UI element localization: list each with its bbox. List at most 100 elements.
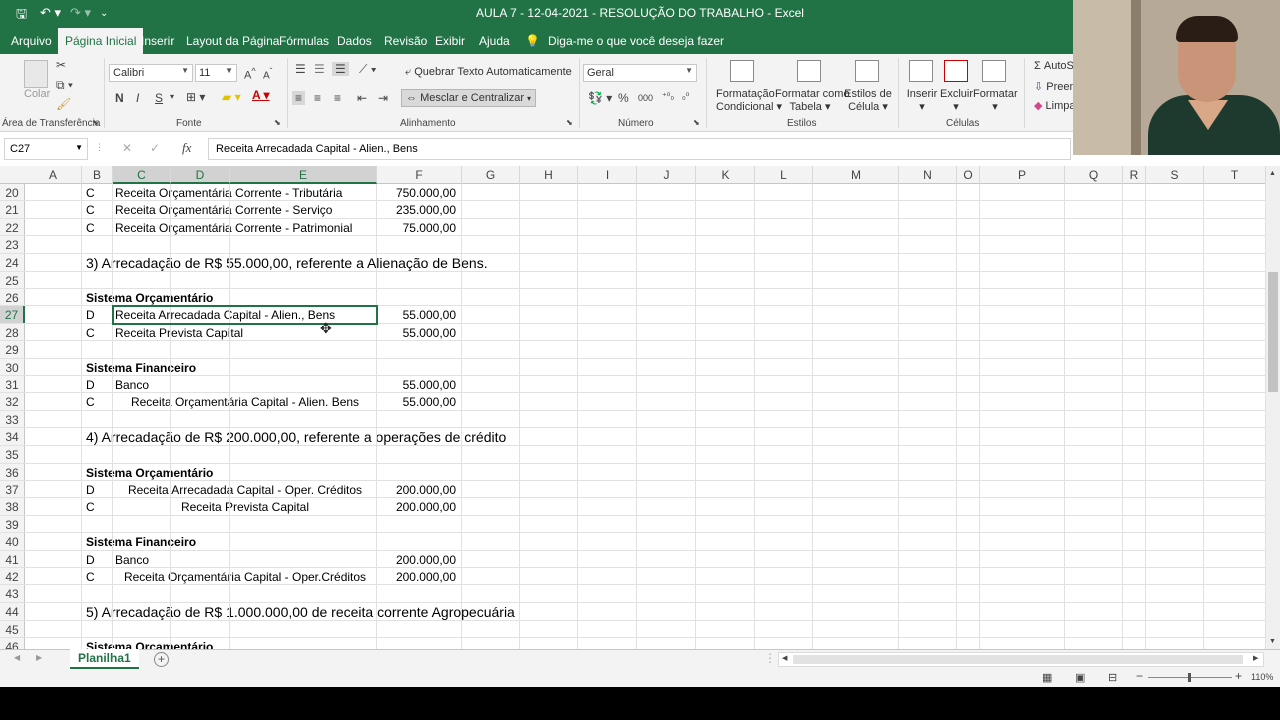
cell-value[interactable]: 235.000,00 — [377, 201, 456, 217]
autosum-button[interactable]: Σ AutoS — [1034, 60, 1074, 72]
row-header[interactable]: 44 — [0, 602, 25, 620]
row-header[interactable]: 35 — [0, 446, 25, 463]
currency-icon[interactable]: 💱 ▾ — [588, 91, 612, 105]
tab-split-handle[interactable]: ⋮ — [764, 651, 776, 665]
system-heading[interactable]: Sistema Financeiro — [86, 359, 196, 375]
cell-value[interactable]: 200.000,00 — [377, 498, 456, 514]
tab-layout-pagina[interactable]: Layout da Página — [179, 28, 286, 54]
insert-cells-icon[interactable] — [909, 60, 933, 82]
sheet-tab-planilha1[interactable]: Planilha1 — [70, 649, 139, 669]
row-header[interactable]: 37 — [0, 481, 25, 498]
tab-inserir[interactable]: Inserir — [134, 28, 181, 54]
cell-account[interactable]: Banco — [115, 376, 375, 392]
cell-account[interactable]: Receita Prevista Capital — [115, 324, 375, 340]
cell-account[interactable]: Receita Prevista Capital — [113, 498, 377, 514]
section-heading[interactable]: 5) Arrecadação de R$ 1.000.000,00 de rec… — [86, 603, 515, 620]
cell-account[interactable]: Banco — [115, 551, 375, 567]
system-heading[interactable]: Sistema Financeiro — [86, 533, 196, 549]
column-header-k[interactable]: K — [697, 166, 755, 184]
cell-b[interactable]: C — [86, 201, 106, 217]
tab-exibir[interactable]: Exibir — [428, 28, 472, 54]
fill-color-icon[interactable]: ▰ ▾ — [222, 90, 241, 104]
column-header-b[interactable]: B — [82, 166, 113, 184]
grow-font-icon[interactable]: A^ — [244, 66, 256, 82]
format-painter-icon[interactable]: 🖌 — [56, 97, 71, 111]
column-header-g[interactable]: G — [462, 166, 520, 184]
horizontal-scrollbar[interactable]: ◀ ▶ — [778, 652, 1264, 667]
column-header-a[interactable]: A — [25, 166, 82, 184]
tell-me-search[interactable]: 💡 Diga-me o que você deseja fazer — [525, 28, 724, 54]
tab-arquivo[interactable]: Arquivo — [4, 28, 59, 54]
format-as-table-icon[interactable] — [797, 60, 821, 82]
row-header[interactable]: 32 — [0, 393, 25, 410]
scroll-up-icon[interactable]: ▲ — [1269, 170, 1276, 177]
thousands-button[interactable]: 000 — [638, 93, 653, 103]
merge-center-button[interactable]: ⇔ Mesclar e Centralizar ▾ — [401, 89, 537, 107]
cell-account[interactable]: Receita Orçamentária Capital - Alien. Be… — [113, 393, 377, 409]
decrease-decimal-icon[interactable]: ₀⁰ — [682, 91, 689, 102]
font-color-icon[interactable]: A ▾ — [252, 88, 270, 102]
cell-value[interactable]: 75.000,00 — [377, 219, 456, 235]
align-left-icon[interactable]: ≡ — [292, 91, 306, 105]
cell-b[interactable]: C — [86, 324, 106, 340]
align-right-icon[interactable]: ≡ — [334, 91, 341, 105]
scroll-down-icon[interactable]: ▼ — [1269, 638, 1276, 645]
normal-view-icon[interactable]: ▦ — [1042, 671, 1052, 684]
page-layout-view-icon[interactable]: ▣ — [1075, 671, 1085, 684]
cell-b[interactable]: C — [86, 184, 106, 200]
align-center-icon[interactable]: ≡ — [314, 91, 321, 105]
paste-button[interactable]: Colar — [24, 88, 50, 100]
wrap-text-button[interactable]: ⤶ Quebrar Texto Automaticamente — [405, 66, 572, 79]
cell-b[interactable]: D — [86, 551, 106, 567]
cell-account[interactable]: Receita Arrecadada Capital - Oper. Crédi… — [113, 481, 377, 497]
cut-icon[interactable]: ✂ — [56, 58, 66, 72]
cell-b[interactable]: C — [86, 568, 106, 584]
dialog-launcher-icon[interactable]: ⬊ — [274, 118, 281, 127]
column-header-t[interactable]: T — [1204, 166, 1266, 184]
chevron-down-icon[interactable]: ▾ — [170, 92, 174, 101]
cell-value[interactable]: 200.000,00 — [377, 481, 456, 497]
row-header[interactable]: 40 — [0, 533, 25, 550]
row-header[interactable]: 43 — [0, 585, 25, 602]
cell-b[interactable]: C — [86, 219, 106, 235]
row-header[interactable]: 45 — [0, 620, 25, 638]
delete-cells-icon[interactable] — [944, 60, 968, 82]
cell-account[interactable]: Receita Orçamentária Corrente - Tributár… — [115, 184, 375, 200]
row-header[interactable]: 27 — [0, 306, 25, 323]
row-header[interactable]: 34 — [0, 428, 25, 446]
format-cells-icon[interactable] — [982, 60, 1006, 82]
cell-value[interactable]: 55.000,00 — [377, 393, 456, 409]
column-header-j[interactable]: J — [638, 166, 696, 184]
number-format-select[interactable]: Geral ▼ — [583, 64, 697, 82]
row-header[interactable]: 22 — [0, 218, 25, 236]
font-size-select[interactable]: 11 ▼ — [195, 64, 237, 82]
column-header-f[interactable]: F — [377, 166, 462, 184]
page-break-view-icon[interactable]: ⊟ — [1108, 671, 1117, 684]
cell-account[interactable]: Receita Orçamentária Capital - Oper.Créd… — [113, 568, 377, 584]
column-header-e[interactable]: E — [230, 166, 377, 184]
cell-value[interactable]: 55.000,00 — [377, 376, 456, 392]
column-header-n[interactable]: N — [899, 166, 957, 184]
add-sheet-button[interactable]: + — [154, 652, 169, 667]
column-header-i[interactable]: I — [579, 166, 637, 184]
font-name-select[interactable]: Calibri ▼ — [109, 64, 193, 82]
prev-sheet-icon[interactable]: ◀ — [14, 653, 20, 662]
next-sheet-icon[interactable]: ▶ — [36, 653, 42, 662]
cell-value[interactable]: 55.000,00 — [377, 306, 456, 322]
row-header[interactable]: 41 — [0, 550, 25, 567]
tab-formulas[interactable]: Fórmulas — [272, 28, 336, 54]
tab-ajuda[interactable]: Ajuda — [472, 28, 517, 54]
column-header-r[interactable]: R — [1123, 166, 1146, 184]
align-middle-icon[interactable]: ☰ — [314, 62, 325, 76]
zoom-slider-thumb[interactable] — [1188, 673, 1191, 682]
cell-value[interactable]: 750.000,00 — [377, 184, 456, 200]
scroll-left-icon[interactable]: ◀ — [782, 654, 787, 662]
shrink-font-icon[interactable]: Aˇ — [263, 66, 272, 81]
cell-b[interactable]: C — [86, 393, 106, 409]
column-header-p[interactable]: P — [980, 166, 1065, 184]
dialog-launcher-icon[interactable]: ⬊ — [693, 118, 700, 127]
conditional-formatting-button[interactable]: Formatação Condicional ▾ — [716, 88, 782, 114]
fill-button[interactable]: ⇩ Preen — [1034, 80, 1076, 93]
cell-account[interactable]: Receita Orçamentária Corrente - Serviço — [115, 201, 375, 217]
scroll-thumb[interactable] — [1268, 272, 1278, 392]
